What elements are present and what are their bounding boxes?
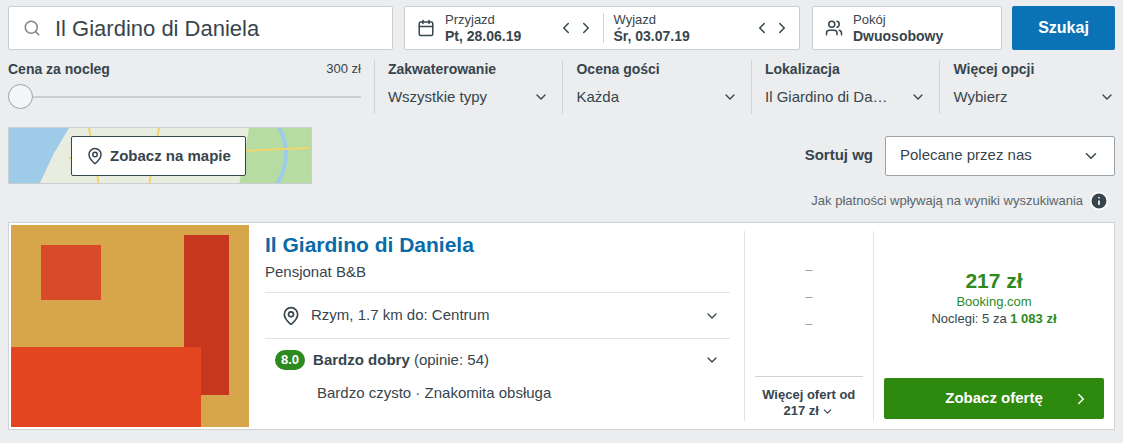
chevron-icon bbox=[1082, 147, 1100, 165]
chevron-icon bbox=[722, 89, 738, 105]
search-button[interactable]: Szukaj bbox=[1012, 6, 1115, 50]
deal-price: 217 zł bbox=[965, 269, 1022, 293]
map-button[interactable]: Zobacz na mapie bbox=[71, 136, 246, 176]
chevron-icon bbox=[533, 89, 549, 105]
checkout-value: Śr, 03.07.19 bbox=[614, 28, 744, 44]
slider-handle[interactable] bbox=[8, 84, 33, 109]
other-deals: – – – Więcej ofert od217 zł bbox=[744, 231, 873, 421]
rating-badge: 8.0 bbox=[275, 350, 305, 370]
page: Il Giardino di DanielaPrzyjazdPt, 28.06.… bbox=[0, 0, 1123, 443]
price-filter: Cena za nocleg300 zł bbox=[8, 60, 361, 114]
sort-label: Sortuj wg bbox=[805, 144, 873, 167]
deal-placeholder: – bbox=[805, 286, 812, 307]
map-thumbnail[interactable]: Zobacz na mapie bbox=[8, 127, 312, 184]
deal-total: Noclegi: 5 za 1 083 zł bbox=[931, 310, 1056, 327]
filter-dropdown[interactable]: Ocena gościKażda bbox=[576, 60, 738, 114]
hotel-name[interactable]: Il Giardino di Daniela bbox=[265, 231, 730, 259]
hotel-photo[interactable] bbox=[11, 225, 249, 427]
location-row[interactable]: Rzym, 1.7 km do: Centrum bbox=[265, 292, 730, 339]
next-icon[interactable] bbox=[773, 19, 791, 37]
chevron-icon bbox=[704, 308, 720, 324]
highlights: Bardzo czysto · Znakomita obsługa bbox=[265, 382, 730, 405]
filter-dropdown[interactable]: LokalizacjaIl Giardino di Da… bbox=[765, 60, 927, 114]
chevron-icon bbox=[704, 352, 720, 368]
checkin-value: Pt, 28.06.19 bbox=[445, 28, 547, 44]
filter-dropdown[interactable]: Więcej opcjiWybierz bbox=[953, 60, 1115, 114]
pin-icon bbox=[86, 147, 104, 165]
search-icon bbox=[23, 19, 41, 37]
pin-icon bbox=[281, 306, 301, 326]
best-deal: 217 złBooking.comNoclegi: 5 za 1 083 zł Z… bbox=[873, 231, 1114, 421]
deal-placeholder: – bbox=[805, 259, 812, 280]
chevron-icon bbox=[1099, 89, 1115, 105]
more-offers[interactable]: Więcej ofert od217 zł bbox=[755, 376, 863, 421]
date-picker[interactable]: PrzyjazdPt, 28.06.19 WyjazdŚr, 03.07.19 bbox=[404, 6, 800, 50]
price-slider[interactable] bbox=[8, 84, 361, 110]
hotel-card: Il Giardino di DanielaPensjonat B&B Rzym,… bbox=[8, 222, 1115, 430]
checkout-label: Wyjazd bbox=[614, 12, 744, 28]
info-icon bbox=[1089, 191, 1109, 211]
filter-divider bbox=[751, 60, 752, 114]
room-picker[interactable]: PokójDwuosobowy bbox=[812, 6, 1002, 50]
chevron-icon bbox=[821, 405, 834, 418]
view-deal-button[interactable]: Zobacz ofertę bbox=[884, 378, 1104, 419]
sort-select[interactable]: Polecane przez nas bbox=[885, 136, 1115, 176]
hotel-type: Pensjonat B&B bbox=[265, 261, 730, 283]
filter-dropdown[interactable]: ZakwaterowanieWszystkie typy bbox=[388, 60, 550, 114]
chevron-icon bbox=[1072, 390, 1090, 408]
payment-info[interactable]: Jak płatności wpływają na wyniki wyszuki… bbox=[0, 190, 1123, 212]
checkin-label: Przyjazd bbox=[445, 12, 547, 28]
search-bar: Il Giardino di DanielaPrzyjazdPt, 28.06.… bbox=[0, 0, 1123, 52]
rating-row[interactable]: 8.0Bardzo dobry (opinie: 54) bbox=[265, 349, 730, 372]
filter-divider bbox=[374, 60, 375, 114]
search-input[interactable]: Il Giardino di Daniela bbox=[8, 6, 393, 50]
filter-divider bbox=[562, 60, 563, 114]
chevron-icon bbox=[910, 89, 926, 105]
deal-provider: Booking.com bbox=[956, 293, 1031, 310]
next-icon[interactable] bbox=[577, 19, 595, 37]
calendar-icon bbox=[417, 19, 435, 37]
guests-icon bbox=[825, 19, 843, 37]
hotel-info: Il Giardino di DanielaPensjonat B&B Rzym,… bbox=[265, 223, 730, 429]
prev-icon[interactable] bbox=[753, 19, 771, 37]
prev-icon[interactable] bbox=[557, 19, 575, 37]
filter-bar: Cena za nocleg300 zł ZakwaterowanieWszyst… bbox=[0, 52, 1123, 114]
deal-placeholder: – bbox=[805, 313, 812, 334]
filter-divider bbox=[939, 60, 940, 114]
